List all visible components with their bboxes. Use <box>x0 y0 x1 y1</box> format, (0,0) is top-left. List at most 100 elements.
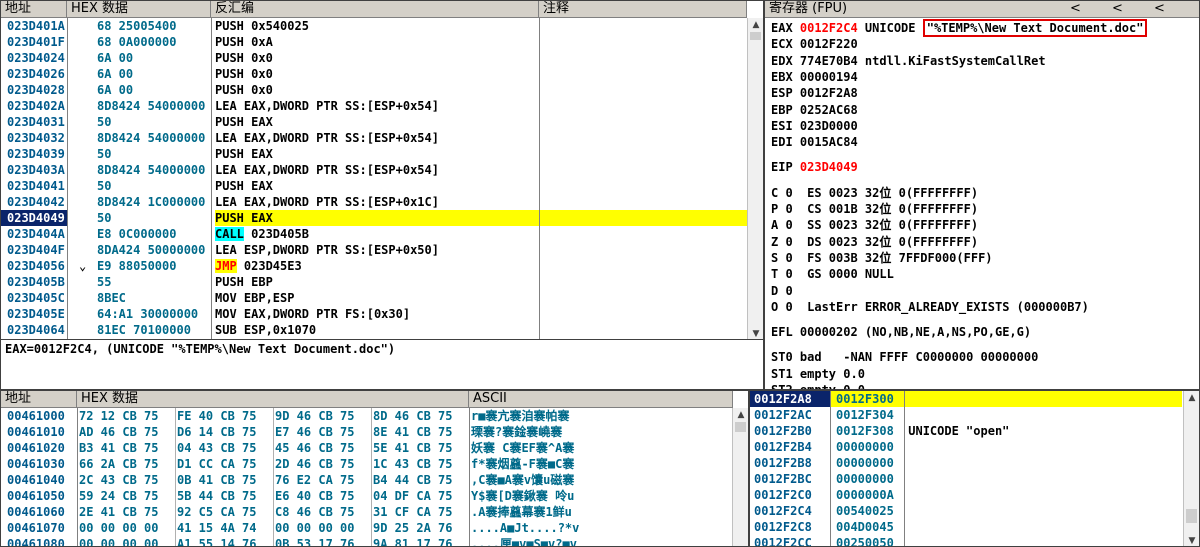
register-nav-buttons[interactable]: < < < <box>1070 1 1184 17</box>
scroll-down-icon[interactable]: ▼ <box>1184 534 1199 546</box>
scroll-thumb[interactable] <box>735 422 746 432</box>
disasm-row[interactable]: 023D401A 68 25005400 PUSH 0x540025 <box>1 18 747 34</box>
memory-dump-pane[interactable]: 地址 HEX 数据 ASCII 00461000 72 12 CB 75 FE 40 C… <box>0 390 749 547</box>
register-line[interactable]: EFL 00000202 (NO,NB,NE,A,NS,PO,GE,G) <box>771 324 1031 340</box>
disasm-row[interactable]: 023D4026 6A 00 PUSH 0x0 <box>1 66 747 82</box>
disasm-row[interactable]: 023D4032 8D8424 54000000 LEA EAX,DWORD PTR… <box>1 130 747 146</box>
register-value[interactable]: 023D4049 <box>800 160 858 174</box>
scroll-thumb[interactable] <box>1186 509 1197 523</box>
register-value[interactable]: 0015AC84 <box>800 135 858 149</box>
registers-pane[interactable]: 寄存器 (FPU) < < < EAX 0012F2C4 UNICODE "%TEM… <box>764 0 1200 390</box>
disassembly-column-header[interactable]: 反汇编 <box>211 1 539 18</box>
hex-column-header[interactable]: HEX 数据 <box>67 1 211 18</box>
dump-row[interactable]: 00461020 B3 41 CB 75 04 43 CB 75 45 46 CB 7… <box>1 440 731 456</box>
register-line[interactable]: O 0 LastErr ERROR_ALREADY_EXISTS (000000… <box>771 299 1089 315</box>
stack-row[interactable]: 0012F2C8 004D0045 <box>750 519 1182 535</box>
dump-address-header[interactable]: 地址 <box>1 391 77 408</box>
disasm-row[interactable]: 023D4064 81EC 70100000 SUB ESP,0x1070 <box>1 322 747 338</box>
stack-row[interactable]: 0012F2BC 00000000 <box>750 471 1182 487</box>
scroll-down-icon[interactable]: ▼ <box>748 327 763 339</box>
dump-row[interactable]: 00461010 AD 46 CB 75 D6 14 CB 75 E7 46 CB 7… <box>1 424 731 440</box>
disasm-row[interactable]: 023D402A 8D8424 54000000 LEA EAX,DWORD PTR… <box>1 98 747 114</box>
register-value[interactable]: 774E70B4 <box>800 54 858 68</box>
address-cell: 023D4049 <box>1 210 67 226</box>
disassembly-pane[interactable]: 地址 HEX 数据 反汇编 注释 023D401A 68 25005400 PUSH 0x… <box>0 0 764 340</box>
register-value[interactable]: 00000194 <box>800 70 858 84</box>
register-line[interactable]: ESP 0012F2A8 <box>771 85 858 101</box>
stack-row[interactable]: 0012F2C4 00540025 <box>750 503 1182 519</box>
disasm-row[interactable]: 023D405B 55 PUSH EBP <box>1 274 747 290</box>
dump-row[interactable]: 00461070 00 00 00 00 41 15 4A 74 00 00 00 0… <box>1 520 731 536</box>
dump-ascii-header[interactable]: ASCII <box>469 391 733 408</box>
scroll-up-icon[interactable]: ▲ <box>1184 391 1199 405</box>
stack-listing[interactable]: 0012F2A8 0012F300 0012F2AC 0012F304 0012F2B0… <box>750 391 1182 546</box>
register-value[interactable]: 0252AC68 <box>800 103 858 117</box>
dump-row[interactable]: 00461040 2C 43 CB 75 0B 41 CB 75 76 E2 CA 7… <box>1 472 731 488</box>
register-value[interactable]: 0012F220 <box>800 37 858 51</box>
register-line[interactable]: EBX 00000194 <box>771 69 858 85</box>
dump-row[interactable]: 00461080 00 00 00 00 A1 55 14 76 0B 53 17 7… <box>1 536 731 546</box>
stack-row[interactable]: 0012F2B8 00000000 <box>750 455 1182 471</box>
register-line[interactable]: T 0 GS 0000 NULL <box>771 266 894 282</box>
nav-left-button-3[interactable]: < <box>1154 1 1184 17</box>
register-line[interactable]: ST0 bad -NAN FFFF C0000000 00000000 <box>771 349 1038 365</box>
dump-listing[interactable]: 00461000 72 12 CB 75 FE 40 CB 75 9D 46 CB 7… <box>1 408 731 546</box>
register-line[interactable]: A 0 SS 0023 32位 0(FFFFFFFF) <box>771 217 978 233</box>
register-value[interactable]: 0012F2A8 <box>800 86 858 100</box>
disasm-row[interactable]: 023D4041 50 PUSH EAX <box>1 178 747 194</box>
disasm-row[interactable]: 023D4028 6A 00 PUSH 0x0 <box>1 82 747 98</box>
dump-hex-header[interactable]: HEX 数据 <box>77 391 469 408</box>
disasm-row[interactable]: 023D4056 ⌄ E9 88050000 JMP 023D45E3 <box>1 258 747 274</box>
register-line[interactable]: S 0 FS 003B 32位 7FFDF000(FFF) <box>771 250 993 266</box>
register-line[interactable]: C 0 ES 0023 32位 0(FFFFFFFF) <box>771 185 978 201</box>
comment-column-header[interactable]: 注释 <box>539 1 747 18</box>
address-column-header[interactable]: 地址 <box>1 1 67 18</box>
register-value[interactable]: 023D0000 <box>800 119 858 133</box>
nav-left-button-1[interactable]: < <box>1070 1 1112 17</box>
dump-row[interactable]: 00461000 72 12 CB 75 FE 40 CB 75 9D 46 CB 7… <box>1 408 731 424</box>
disassembly-listing[interactable]: 023D401A 68 25005400 PUSH 0x540025 023D401F… <box>1 18 747 339</box>
register-list[interactable]: EAX 0012F2C4 UNICODE "%TEMP%\New Text Do… <box>765 18 1199 389</box>
disasm-row[interactable]: 023D4024 6A 00 PUSH 0x0 <box>1 50 747 66</box>
stack-row[interactable]: 0012F2A8 0012F300 <box>750 391 1182 407</box>
register-value[interactable]: 0012F2C4 <box>800 21 858 35</box>
disassembly-scrollbar[interactable]: ▲ ▼ <box>747 18 763 339</box>
scroll-thumb[interactable] <box>750 32 761 40</box>
dump-row[interactable]: 00461050 59 24 CB 75 5B 44 CB 75 E6 40 CB 7… <box>1 488 731 504</box>
register-line[interactable]: EAX 0012F2C4 UNICODE "%TEMP%\New Text Do… <box>771 19 1148 37</box>
register-line[interactable]: Z 0 DS 0023 32位 0(FFFFFFFF) <box>771 234 978 250</box>
stack-row[interactable]: 0012F2B0 0012F308 UNICODE "open" <box>750 423 1182 439</box>
register-line[interactable]: ESI 023D0000 <box>771 118 858 134</box>
dump-row[interactable]: 00461060 2E 41 CB 75 92 C5 CA 75 C8 46 CB 7… <box>1 504 731 520</box>
register-line[interactable]: P 0 CS 001B 32位 0(FFFFFFFF) <box>771 201 978 217</box>
register-line[interactable]: EDX 774E70B4 ntdll.KiFastSystemCallRet <box>771 53 1046 69</box>
register-line[interactable]: ECX 0012F220 <box>771 36 858 52</box>
scroll-up-icon[interactable]: ▲ <box>733 408 748 422</box>
disasm-row[interactable]: 023D404A E8 0C000000 CALL 023D405B <box>1 226 747 242</box>
stack-pane[interactable]: 0012F2A8 0012F300 0012F2AC 0012F304 0012F2B0… <box>749 390 1200 547</box>
nav-left-button-2[interactable]: < <box>1112 1 1154 17</box>
scroll-up-icon[interactable]: ▲ <box>748 18 763 32</box>
dump-row[interactable]: 00461030 66 2A CB 75 D1 CC CA 75 2D 46 CB 7… <box>1 456 731 472</box>
register-line[interactable]: EIP 023D4049 <box>771 159 858 175</box>
register-line[interactable]: EDI 0015AC84 <box>771 134 858 150</box>
disasm-row[interactable]: 023D4042 8D8424 1C000000 LEA EAX,DWORD PTR… <box>1 194 747 210</box>
stack-row[interactable]: 0012F2C0 0000000A <box>750 487 1182 503</box>
dump-scrollbar[interactable]: ▲ <box>732 408 748 546</box>
disasm-row[interactable]: 023D4039 50 PUSH EAX <box>1 146 747 162</box>
disasm-row[interactable]: 023D4031 50 PUSH EAX <box>1 114 747 130</box>
stack-row[interactable]: 0012F2CC 00250050 <box>750 535 1182 546</box>
disasm-row[interactable]: 023D403A 8D8424 54000000 LEA EAX,DWORD PTR… <box>1 162 747 178</box>
stack-row[interactable]: 0012F2B4 00000000 <box>750 439 1182 455</box>
disasm-row[interactable]: 023D405E 64:A1 30000000 MOV EAX,DWORD PTR … <box>1 306 747 322</box>
disasm-row[interactable]: 023D404F 8DA424 50000000 LEA ESP,DWORD PTR… <box>1 242 747 258</box>
register-line[interactable]: ST2 empty 0.0 <box>771 382 865 389</box>
register-line[interactable]: ST1 empty 0.0 <box>771 366 865 382</box>
stack-scrollbar[interactable]: ▲ ▼ <box>1183 391 1199 546</box>
disasm-row[interactable]: 023D4049 50 PUSH EAX <box>1 210 747 226</box>
disasm-row[interactable]: 023D405C 8BEC MOV EBP,ESP <box>1 290 747 306</box>
register-line[interactable]: D 0 <box>771 283 793 299</box>
disasm-row[interactable]: 023D401F 68 0A000000 PUSH 0xA <box>1 34 747 50</box>
stack-row[interactable]: 0012F2AC 0012F304 <box>750 407 1182 423</box>
register-line[interactable]: EBP 0252AC68 <box>771 102 858 118</box>
